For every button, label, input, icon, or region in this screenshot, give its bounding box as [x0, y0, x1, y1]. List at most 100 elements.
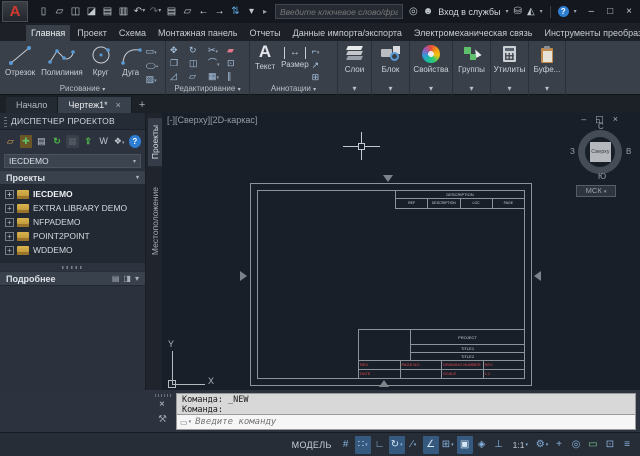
- app-dropdown-arrow[interactable]: ▾: [540, 8, 543, 15]
- search-exchange-icon[interactable]: ◎: [409, 6, 418, 17]
- app-menu-button[interactable]: A: [2, 1, 28, 22]
- status-isodraft[interactable]: ∕▾: [406, 436, 422, 454]
- panel-expand-layers[interactable]: ▾: [338, 84, 371, 95]
- panel-label-draw[interactable]: Рисование ▾: [0, 84, 165, 95]
- modify-tool-move[interactable]: ✥▾: [170, 44, 189, 57]
- command-prompt-icon[interactable]: ▭: [180, 418, 188, 427]
- modify-tool-array[interactable]: ▦▾: [208, 70, 227, 83]
- ribbon-tab[interactable]: Электромеханическая связь: [409, 25, 538, 41]
- tab-drawing1[interactable]: Чертеж1*×: [58, 97, 132, 113]
- ribbon-panel-properties[interactable]: Свойства ▾: [410, 41, 453, 95]
- maximize-button[interactable]: □: [607, 6, 613, 17]
- modify-tool-mirror[interactable]: ◫▾: [189, 57, 208, 70]
- tree-item[interactable]: + POINT2POINT: [0, 229, 145, 243]
- project-tool-wblock[interactable]: W▾: [97, 135, 110, 148]
- search-input[interactable]: [275, 4, 403, 19]
- panel-expand-utilities[interactable]: ▾: [491, 84, 528, 95]
- text-button[interactable]: А Текст: [252, 43, 278, 82]
- expand-plus-icon[interactable]: +: [5, 232, 14, 241]
- status-grid[interactable]: #▾: [338, 436, 354, 454]
- palette-splitter[interactable]: [0, 263, 145, 271]
- app-store-cart-icon[interactable]: ⛁: [514, 6, 522, 17]
- dimension-button[interactable]: ↔ Размер: [278, 43, 312, 82]
- recent-commands-arrow[interactable]: ▾: [189, 419, 192, 425]
- modify-tool-stretch[interactable]: ◿▾: [170, 70, 189, 83]
- status-clean-screen[interactable]: ⊡▾: [602, 436, 618, 454]
- command-line-grip[interactable]: [155, 394, 173, 397]
- panel-expand-block[interactable]: ▾: [372, 84, 409, 95]
- project-tool-open-project[interactable]: ▱▾: [4, 135, 17, 148]
- modify-tool-erase[interactable]: ▰▾: [227, 44, 246, 57]
- modify-tool-fillet[interactable]: ⌒▾: [208, 57, 227, 70]
- annotate-extra-multileader[interactable]: ⌐▾: [312, 46, 320, 58]
- ribbon-tab[interactable]: Схема: [114, 25, 151, 41]
- draw-extra-ellipse[interactable]: ◯▾: [146, 62, 159, 70]
- draw-extra-rectangle[interactable]: ▭▾: [146, 46, 159, 58]
- status-osnap-3d[interactable]: ⊥▾: [491, 436, 507, 454]
- status-isolate-objects[interactable]: ◎▾: [568, 436, 584, 454]
- help-dropdown-arrow[interactable]: ▾: [574, 8, 577, 15]
- status-polar[interactable]: ↻▾: [389, 436, 405, 454]
- tab-start[interactable]: Начало: [6, 97, 58, 113]
- ribbon-panel-block[interactable]: Блок ▾: [372, 41, 410, 95]
- project-tool-task-list[interactable]: ▦▾: [66, 135, 79, 148]
- qat-icon-save[interactable]: ◫▾: [68, 3, 83, 20]
- expand-plus-icon[interactable]: +: [5, 246, 14, 255]
- panel-label-annotate[interactable]: Аннотации ▾: [250, 84, 337, 95]
- status-graphics-performance[interactable]: ▭▾: [585, 436, 601, 454]
- ribbon-panel-utilities[interactable]: Утилиты ▾: [491, 41, 529, 95]
- ribbon-tab[interactable]: Проект: [72, 25, 112, 41]
- status-snap[interactable]: ∷▾: [355, 436, 371, 454]
- modify-tool-scale[interactable]: ▱▾: [189, 70, 208, 83]
- annotate-extra-leader[interactable]: ↗▾: [312, 60, 320, 70]
- close-button[interactable]: ×: [626, 6, 632, 17]
- panel-expand-clipboard[interactable]: ▾: [529, 84, 565, 95]
- ribbon-tab[interactable]: Монтажная панель: [153, 25, 242, 41]
- viewport-controls-label[interactable]: [-][Сверху][2D-каркас]: [167, 115, 257, 125]
- drawing-viewport[interactable]: [-][Сверху][2D-каркас] – ◱ × С Ю З В Све…: [162, 113, 640, 390]
- modify-tool-copy[interactable]: ❐▾: [170, 57, 189, 70]
- line-button[interactable]: Отрезок: [2, 43, 38, 86]
- viewcube-north[interactable]: С: [598, 122, 604, 131]
- annotate-extra-table[interactable]: ⊞▾: [312, 72, 320, 82]
- qat-icon-redo[interactable]: ↷▾: [148, 3, 163, 20]
- tree-item[interactable]: + IECDEMO: [0, 187, 145, 201]
- side-tab-projects[interactable]: Проекты: [148, 118, 162, 166]
- qat-icon-customize[interactable]: ▾▾: [244, 3, 259, 20]
- autodesk-app-icon[interactable]: ◭: [527, 6, 535, 17]
- preview-icon[interactable]: ▤: [112, 274, 120, 283]
- command-input[interactable]: [195, 417, 632, 427]
- ribbon-panel-groups[interactable]: Группы ▾: [453, 41, 491, 95]
- circle-button[interactable]: Круг: [86, 43, 116, 86]
- side-tab-location[interactable]: Местоположение: [148, 180, 162, 262]
- expand-plus-icon[interactable]: +: [5, 190, 14, 199]
- ribbon-panel-layers[interactable]: Слои ▾: [338, 41, 372, 95]
- viewcube[interactable]: С Ю З В Сверху: [572, 123, 630, 181]
- qat-expand-icon[interactable]: ▸: [263, 7, 267, 16]
- project-tool-refresh[interactable]: ↻▾: [51, 135, 64, 148]
- panel-expand-properties[interactable]: ▾: [410, 84, 452, 95]
- viewcube-top-face[interactable]: Сверху: [590, 142, 611, 162]
- minimize-button[interactable]: –: [589, 6, 595, 17]
- qat-icon-plot[interactable]: ▤▾: [100, 3, 115, 20]
- qat-icon-transfer[interactable]: ⇅▾: [228, 3, 243, 20]
- project-tool-publish[interactable]: ⇪▾: [82, 135, 95, 148]
- status-model[interactable]: МОДЕЛЬ▾: [287, 436, 337, 454]
- qat-icon-back[interactable]: ←▾: [196, 3, 211, 20]
- qat-icon-save-as[interactable]: ◪▾: [84, 3, 99, 20]
- command-line-customize-icon[interactable]: ⚒: [158, 414, 167, 425]
- qat-icon-forward[interactable]: →▾: [212, 3, 227, 20]
- wcs-button[interactable]: МСК ▾: [576, 185, 616, 197]
- active-project-combo[interactable]: IECDEMO ▾: [4, 154, 141, 168]
- panel-label-modify[interactable]: Редактирование ▾: [166, 84, 249, 95]
- ribbon-tab[interactable]: Главная: [26, 25, 70, 41]
- status-otrack[interactable]: ∠▾: [423, 436, 439, 454]
- status-osnap-settings[interactable]: ◈▾: [474, 436, 490, 454]
- expand-plus-icon[interactable]: +: [5, 218, 14, 227]
- details-section-header[interactable]: Подробнее ▤ ◨ ▾: [0, 271, 145, 286]
- palette-header[interactable]: ДИСПЕТЧЕР ПРОЕКТОВ: [0, 113, 145, 130]
- project-tool-settings[interactable]: ❖▾: [113, 135, 126, 148]
- modify-tool-offset[interactable]: ∥▾: [227, 70, 246, 83]
- viewcube-east[interactable]: В: [626, 147, 631, 156]
- qat-icon-undo[interactable]: ↶▾: [132, 3, 147, 20]
